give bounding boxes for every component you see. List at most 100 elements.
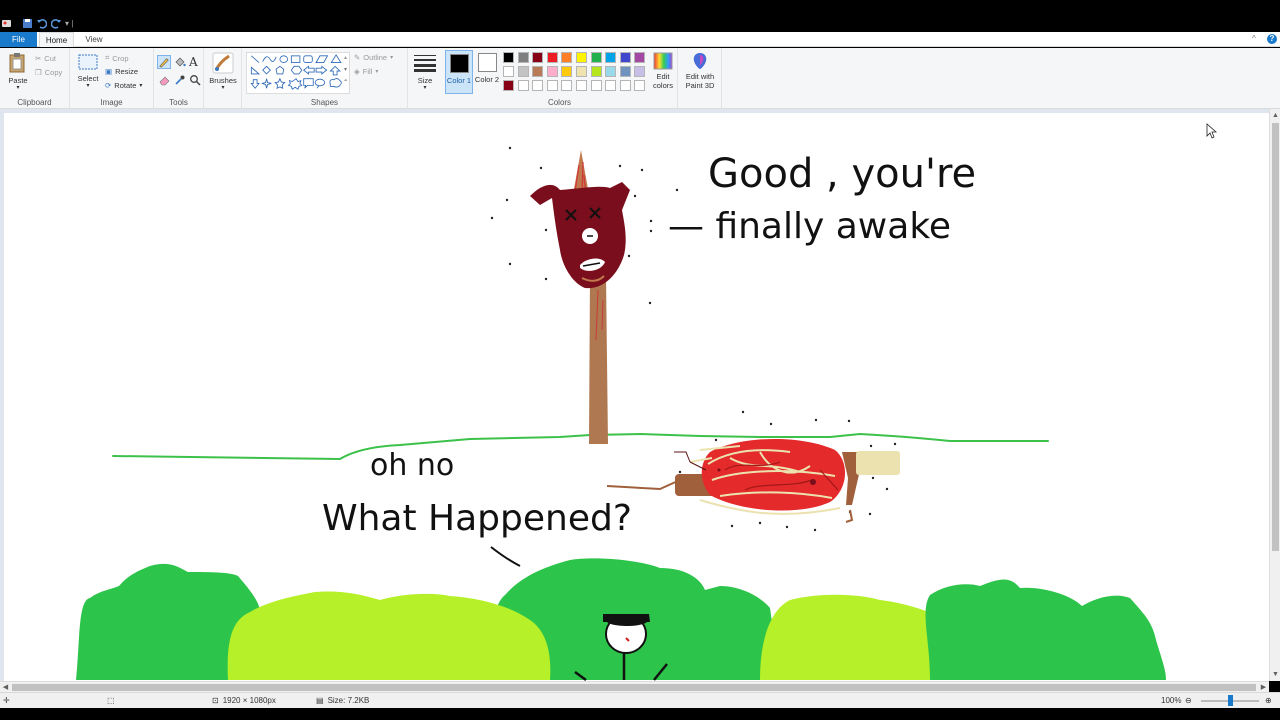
copy-icon: ❐ — [35, 68, 42, 77]
fill-button[interactable]: ◈ Fill ▾ — [354, 67, 378, 76]
color1-label: Color 1 — [446, 76, 472, 85]
color-swatch[interactable] — [546, 80, 558, 91]
shapes-expand-icon[interactable]: ⩡ — [344, 78, 347, 85]
paste-button[interactable]: Paste ▾ — [6, 52, 30, 93]
color2-button[interactable]: Color 2 — [474, 50, 502, 94]
color-swatch[interactable] — [517, 66, 529, 77]
drawing-canvas[interactable]: Good , you're — finally awake oh no What… — [4, 113, 1269, 681]
minimize-ribbon-icon[interactable]: ^ — [1252, 34, 1262, 44]
speech-oh-no: oh no — [370, 448, 454, 483]
resize-button[interactable]: ▣ Resize — [105, 67, 138, 76]
color-swatch[interactable] — [619, 52, 631, 63]
edit-with-paint3d-button[interactable]: Edit with Paint 3D — [680, 52, 720, 92]
brushes-button[interactable]: Brushes ▾ — [207, 52, 239, 92]
paint3d-label: Edit with Paint 3D — [685, 72, 715, 90]
cut-button[interactable]: ✂ Cut — [35, 54, 56, 63]
outline-dropdown-icon: ▾ — [390, 55, 394, 61]
zoom-slider-thumb[interactable] — [1228, 695, 1233, 706]
canvas-workspace: Good , you're — finally awake oh no What… — [0, 113, 1269, 681]
selection-size-icon: ⬚ — [107, 696, 115, 705]
redo-icon[interactable] — [51, 18, 62, 29]
horizontal-scrollbar[interactable]: ◀ ▶ — [0, 681, 1269, 692]
color-swatch[interactable] — [503, 52, 514, 63]
text-tool-icon[interactable]: A — [189, 55, 198, 69]
eraser-icon[interactable] — [159, 74, 171, 86]
resize-label: Resize — [115, 67, 139, 76]
magnifier-icon[interactable] — [189, 74, 201, 86]
speech-finally-awake: — finally awake — [668, 206, 951, 247]
color-picker-icon[interactable] — [174, 74, 186, 86]
color-swatch[interactable] — [532, 52, 544, 63]
color-swatch[interactable] — [576, 52, 587, 63]
color-swatch[interactable] — [576, 80, 587, 91]
crop-button[interactable]: ⌗ Crop — [105, 53, 129, 63]
scroll-down-icon[interactable]: ▼ — [1271, 670, 1280, 679]
zoom-out-icon[interactable]: ⊖ — [1185, 696, 1192, 705]
vertical-scroll-thumb[interactable] — [1272, 123, 1279, 551]
shapes-gallery[interactable] — [246, 52, 350, 94]
color-swatch[interactable] — [590, 52, 602, 63]
vertical-scrollbar[interactable]: ▲ ▼ — [1269, 109, 1280, 681]
pencil-icon[interactable] — [157, 55, 171, 69]
scissors-icon: ✂ — [35, 54, 42, 63]
scroll-right-icon[interactable]: ▶ — [1259, 683, 1268, 692]
color-swatch[interactable] — [503, 66, 514, 77]
horizontal-scroll-thumb[interactable] — [12, 684, 1256, 691]
shapes-scroll-up-icon[interactable]: ▴ — [344, 54, 347, 61]
color-swatch[interactable] — [561, 80, 573, 91]
color-swatch[interactable] — [619, 66, 631, 77]
color-swatch[interactable] — [517, 80, 529, 91]
size-button[interactable]: Size ▾ — [411, 52, 439, 92]
color1-swatch — [450, 54, 469, 73]
edit-colors-button[interactable]: Edit colors — [648, 52, 678, 94]
color-swatch[interactable] — [605, 52, 617, 63]
color1-button[interactable]: Color 1 — [445, 50, 473, 94]
help-icon[interactable]: ? — [1267, 34, 1277, 44]
color-swatch[interactable] — [517, 52, 529, 63]
image-group: Select ▾ ⌗ Crop ▣ Resize ⟳ Rotate ▾ Image — [70, 48, 154, 109]
color-swatch[interactable] — [532, 80, 544, 91]
shapes-scroll-down-icon[interactable]: ▾ — [344, 66, 347, 73]
color-swatch[interactable] — [634, 66, 646, 77]
color-swatch[interactable] — [546, 66, 558, 77]
color-swatch[interactable] — [561, 52, 573, 63]
tab-view[interactable]: View — [78, 32, 110, 47]
size-dropdown-icon: ▾ — [423, 85, 427, 91]
select-dropdown-icon[interactable]: ▾ — [76, 82, 100, 91]
zoom-slider[interactable] — [1201, 695, 1259, 706]
fill-bucket-icon[interactable] — [174, 56, 186, 68]
rotate-button[interactable]: ⟳ Rotate ▾ — [105, 81, 142, 90]
tab-home[interactable]: Home — [39, 32, 74, 47]
color-swatch[interactable] — [619, 80, 631, 91]
color-swatch[interactable] — [590, 80, 602, 91]
fill-label: Fill — [362, 67, 373, 76]
customize-toolbar-icon[interactable]: ▾ | — [65, 18, 76, 29]
color-swatch[interactable] — [590, 66, 602, 77]
color-swatch[interactable] — [561, 66, 573, 77]
color-swatch[interactable] — [503, 80, 514, 91]
color-swatch[interactable] — [634, 80, 646, 91]
color-swatch[interactable] — [532, 66, 544, 77]
paint3d-group: Edit with Paint 3D — [678, 48, 722, 109]
tab-file[interactable]: File — [0, 32, 37, 47]
color-swatch[interactable] — [605, 66, 617, 77]
select-button[interactable]: Select ▾ — [76, 54, 100, 90]
save-icon[interactable] — [22, 18, 33, 29]
paste-dropdown-icon[interactable]: ▾ — [6, 84, 30, 93]
copy-button[interactable]: ❐ Copy — [35, 68, 62, 77]
color-swatch[interactable] — [634, 52, 646, 63]
scroll-left-icon[interactable]: ◀ — [1, 683, 10, 692]
color-swatch[interactable] — [605, 80, 617, 91]
fill-dropdown-icon: ▾ — [375, 69, 379, 75]
color-swatch[interactable] — [576, 66, 587, 77]
pole — [589, 275, 608, 444]
paint-app-icon[interactable] — [1, 18, 12, 29]
zoom-in-icon[interactable]: ⊕ — [1265, 696, 1272, 705]
tools-group: A Tools — [154, 48, 204, 109]
undo-icon[interactable] — [36, 18, 47, 29]
shapes-group-label: Shapes — [310, 98, 339, 107]
outline-button[interactable]: ✎ Outline ▾ — [354, 53, 393, 62]
color-swatch[interactable] — [546, 52, 558, 63]
scroll-up-icon[interactable]: ▲ — [1271, 111, 1280, 120]
cut-label: Cut — [44, 54, 56, 63]
